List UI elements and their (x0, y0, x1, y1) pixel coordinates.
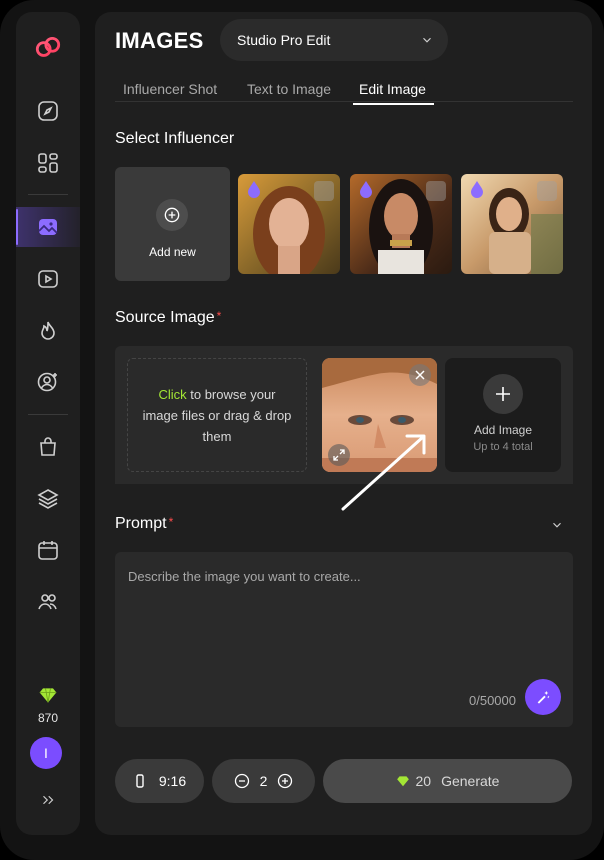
water-drop-icon (471, 181, 483, 198)
chevron-down-icon[interactable] (550, 518, 564, 532)
double-chevron-right-icon[interactable] (16, 780, 80, 820)
tab-bar: Influencer Shot Text to Image Edit Image (115, 74, 573, 105)
nav-layers-icon[interactable] (16, 479, 80, 519)
avatar-initial: I (44, 745, 48, 761)
character-counter: 0/50000 (469, 693, 516, 708)
tab-edit-image[interactable]: Edit Image (353, 81, 434, 105)
source-image-title: Source Image * (115, 309, 221, 327)
minus-icon[interactable] (234, 773, 250, 789)
select-checkbox[interactable] (426, 181, 446, 201)
nav-dashboard-grid-icon[interactable] (16, 143, 80, 183)
add-new-label: Add new (149, 245, 196, 259)
nav-calendar-icon[interactable] (16, 530, 80, 570)
plus-icon[interactable] (277, 773, 293, 789)
water-drop-icon (360, 181, 372, 198)
pointer-arrow-icon (341, 434, 426, 511)
dropzone-text: Click to browse your image files or drag… (142, 384, 292, 447)
magic-wand-icon[interactable] (525, 679, 561, 715)
gem-icon (396, 774, 410, 788)
app-frame: 870 I IMAGES Studio Pro Edit Influencer … (0, 0, 604, 860)
sidebar-divider (28, 194, 68, 195)
chevron-down-icon (423, 37, 431, 43)
quantity-stepper: 2 (212, 759, 315, 803)
browse-link[interactable]: Click (158, 387, 186, 402)
generate-label: Generate (441, 773, 500, 789)
nav-avatar-sparkle-icon[interactable] (16, 362, 80, 402)
influencer-card[interactable] (238, 174, 340, 274)
add-image-label: Add Image (473, 423, 533, 437)
influencer-card[interactable] (350, 174, 452, 274)
plus-circle-icon (156, 199, 188, 231)
image-dropzone[interactable]: Click to browse your image files or drag… (127, 358, 307, 472)
page-title: IMAGES (115, 28, 204, 53)
source-image-label: Source Image (115, 309, 215, 326)
sidebar: 870 I (16, 12, 80, 835)
tab-influencer-shot[interactable]: Influencer Shot (123, 81, 217, 97)
nav-video-icon[interactable] (16, 259, 80, 299)
nav-explore-compass-icon[interactable] (16, 91, 80, 131)
influencer-card[interactable] (461, 174, 563, 274)
generate-button[interactable]: 20 Generate (323, 759, 572, 803)
plus-icon (483, 374, 523, 414)
portrait-phone-icon (136, 774, 144, 788)
add-image-button[interactable]: Add Image Up to 4 total (445, 358, 561, 472)
add-image-limit: Up to 4 total (473, 441, 533, 453)
sidebar-divider (28, 414, 68, 415)
add-new-influencer-button[interactable]: Add new (115, 167, 230, 281)
select-influencer-title: Select Influencer (115, 130, 235, 147)
aspect-ratio-button[interactable]: 9:16 (115, 759, 204, 803)
nav-fire-icon[interactable] (16, 311, 80, 351)
select-checkbox[interactable] (537, 181, 557, 201)
required-mark: * (216, 309, 222, 323)
water-drop-icon (248, 181, 260, 198)
main-panel: IMAGES Studio Pro Edit Influencer Shot T… (95, 12, 592, 835)
nav-shop-bag-icon[interactable] (16, 427, 80, 467)
tab-text-to-image[interactable]: Text to Image (247, 81, 331, 97)
logo-icon[interactable] (16, 28, 80, 68)
aspect-ratio-value: 9:16 (158, 773, 187, 789)
quantity-value: 2 (259, 773, 268, 789)
required-mark: * (168, 515, 174, 529)
user-avatar[interactable]: I (30, 737, 62, 769)
nav-images-icon[interactable] (16, 207, 80, 247)
generate-cost: 20 (415, 773, 432, 789)
remove-image-close-icon[interactable] (409, 364, 431, 386)
prompt-placeholder: Describe the image you want to create... (128, 569, 361, 584)
model-select-value: Studio Pro Edit (237, 32, 331, 48)
select-checkbox[interactable] (314, 181, 334, 201)
model-select[interactable]: Studio Pro Edit (220, 19, 448, 61)
credits-count: 870 (37, 711, 59, 725)
prompt-label: Prompt (115, 515, 167, 532)
nav-community-icon[interactable] (16, 582, 80, 622)
prompt-textarea[interactable]: Describe the image you want to create...… (115, 552, 573, 727)
prompt-title: Prompt * (115, 515, 173, 533)
gem-icon (16, 677, 80, 713)
